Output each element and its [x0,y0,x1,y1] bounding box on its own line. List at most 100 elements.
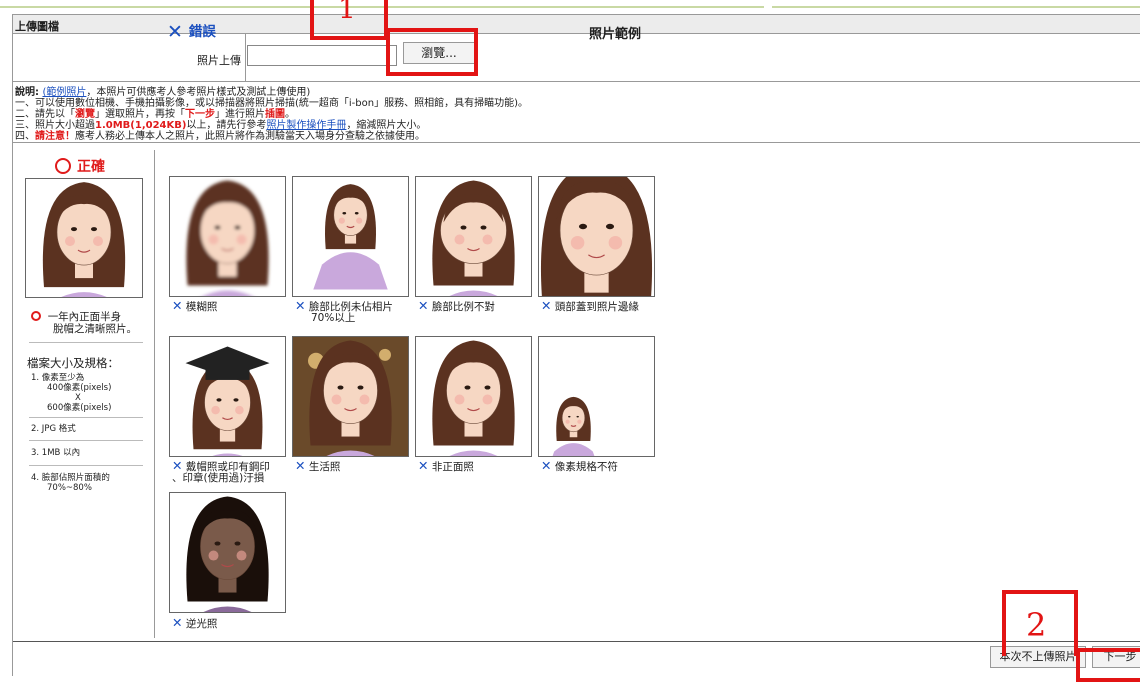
face-illustration [313,184,388,290]
cheek [236,234,247,245]
sample-photo-link[interactable]: (範例照片 [42,87,86,98]
annotation-frame [310,36,388,40]
instructions: 說明: (範例照片，本照片可供應考人參考照片樣式及測試上傳使用) 一、可以使用數… [15,87,528,142]
annotation-frame [1002,590,1006,656]
cheek [570,235,585,250]
cross-icon: ✕ [172,615,183,630]
face-illustration [432,340,515,456]
instruction-highlight: 請注意！ [35,131,75,142]
wrong-photo-wrong-ratio [415,176,532,297]
shirt [449,450,498,456]
portrait-svg [540,177,653,296]
cross-icon: ✕ [418,458,429,473]
cross-icon: ✕ [541,298,552,313]
wrong-caption-head-edge: ✕ 頭部蓋到照片邊緣 [541,298,639,313]
instruction-text: ，縮減照片大小。 [346,120,427,131]
wrong-caption-text: 模糊照 [185,301,218,313]
top-divider-right [772,6,1140,8]
wrong-caption-cap: ✕ 戴帽照或印有鋼印 、印章(使用過)汙損 [172,458,270,484]
cross-icon: ✕ [172,458,183,473]
cross-icon: ✕ [418,298,429,313]
correct-caption-line1: 一年內正面半身 [47,311,122,323]
wrong-caption-text: 生活照 [308,461,341,473]
bokeh-light [379,348,391,361]
eye [233,398,239,402]
face-illustration [432,180,515,296]
shirt [203,290,252,296]
portrait-svg [313,184,388,290]
eye [214,225,221,230]
spec-item-2: 2. JPG 格式 [31,424,76,434]
correct-photo [25,178,143,298]
browse-button[interactable]: 瀏覽... [403,42,475,64]
annotation-frame [310,0,314,40]
portrait-svg [186,496,269,612]
graduation-cap [185,346,270,380]
circle-icon [31,311,41,321]
eye [234,541,241,546]
wrong-photo-low-res [538,336,655,457]
spec-1-line-b: 400像素(pixels) [47,383,112,393]
cheek [338,217,345,224]
portrait-svg [185,346,270,456]
eye [214,541,221,546]
annotation-frame [1002,590,1078,594]
eye [605,223,615,230]
file-path-field[interactable] [247,45,397,66]
annotation-number-2: 2 [1026,606,1047,644]
instruction-text: 四、 [15,131,35,142]
instruction-text: 三、照片大小超過 [15,120,95,131]
wrong-photo-casual [292,336,409,457]
wrong-caption-blurry: ✕ 模糊照 [172,298,218,313]
wrong-caption-not-frontal: ✕ 非正面照 [418,458,474,473]
spec-divider [29,417,143,418]
spec-4-line-b: 70%~80% [47,483,92,493]
cheek [482,234,493,245]
spec-1-line-c: X [75,393,81,403]
cross-icon: ✕ [172,298,183,313]
wrong-photo-head-edge [538,176,655,297]
wrong-photo-not-frontal [415,336,532,457]
cheek [577,419,582,424]
wrong-heading: ✕ 錯誤 [167,20,216,43]
eye [216,398,222,402]
cheek [356,217,363,224]
shirt [203,606,252,612]
cheek [359,394,370,405]
portrait-svg [42,182,126,297]
shirt [212,453,243,456]
face-illustration [540,177,653,296]
eye [568,415,571,418]
wrong-caption-text: 、印章(使用過)汙損 [172,472,265,484]
cheek [331,394,342,405]
cheek [565,419,570,424]
spec-divider [29,342,143,343]
eye [342,211,347,215]
wrong-caption-small-face: ✕ 臉部比例未佔相片 70%以上 [295,298,393,324]
cheek [454,234,465,245]
instruction-highlight: 瀏覽 [75,109,95,120]
cheek [608,235,623,250]
spec-title: 檔案大小及規格： [27,356,119,370]
wrong-caption-text: 頭部蓋到照片邊緣 [554,301,639,313]
shirt [449,290,498,296]
portrait-svg [432,340,515,456]
cross-icon: ✕ [295,298,306,313]
instruction-line-4: 四、請注意！應考人務必上傳本人之照片，此照片將作為測驗當天入場身分查驗之依據使用… [15,131,528,142]
spec-4-line-a: 4. 臉部佔照片面積的 [31,473,110,483]
cheek [454,394,465,405]
footer-divider [13,641,1140,642]
shirt [61,292,107,297]
annotation-frame [384,0,388,40]
manual-link[interactable]: 照片製作操作手冊 [266,120,346,131]
spec-item-1: 1. 像素至少為 400像素(pixels) X 600像素(pixels) [31,373,111,413]
instruction-highlight: 下一步 [185,109,215,120]
shirt [313,252,388,290]
annotation-frame [1074,590,1078,656]
cheek [208,234,219,245]
wrong-caption-text: 臉部比例不對 [431,301,495,313]
next-step-button[interactable]: 下一步 [1092,646,1140,668]
wrong-caption-casual: ✕ 生活照 [295,459,341,473]
examples-title: 照片範例 [589,27,642,42]
wrong-caption-text: 像素規格不符 [554,461,618,473]
